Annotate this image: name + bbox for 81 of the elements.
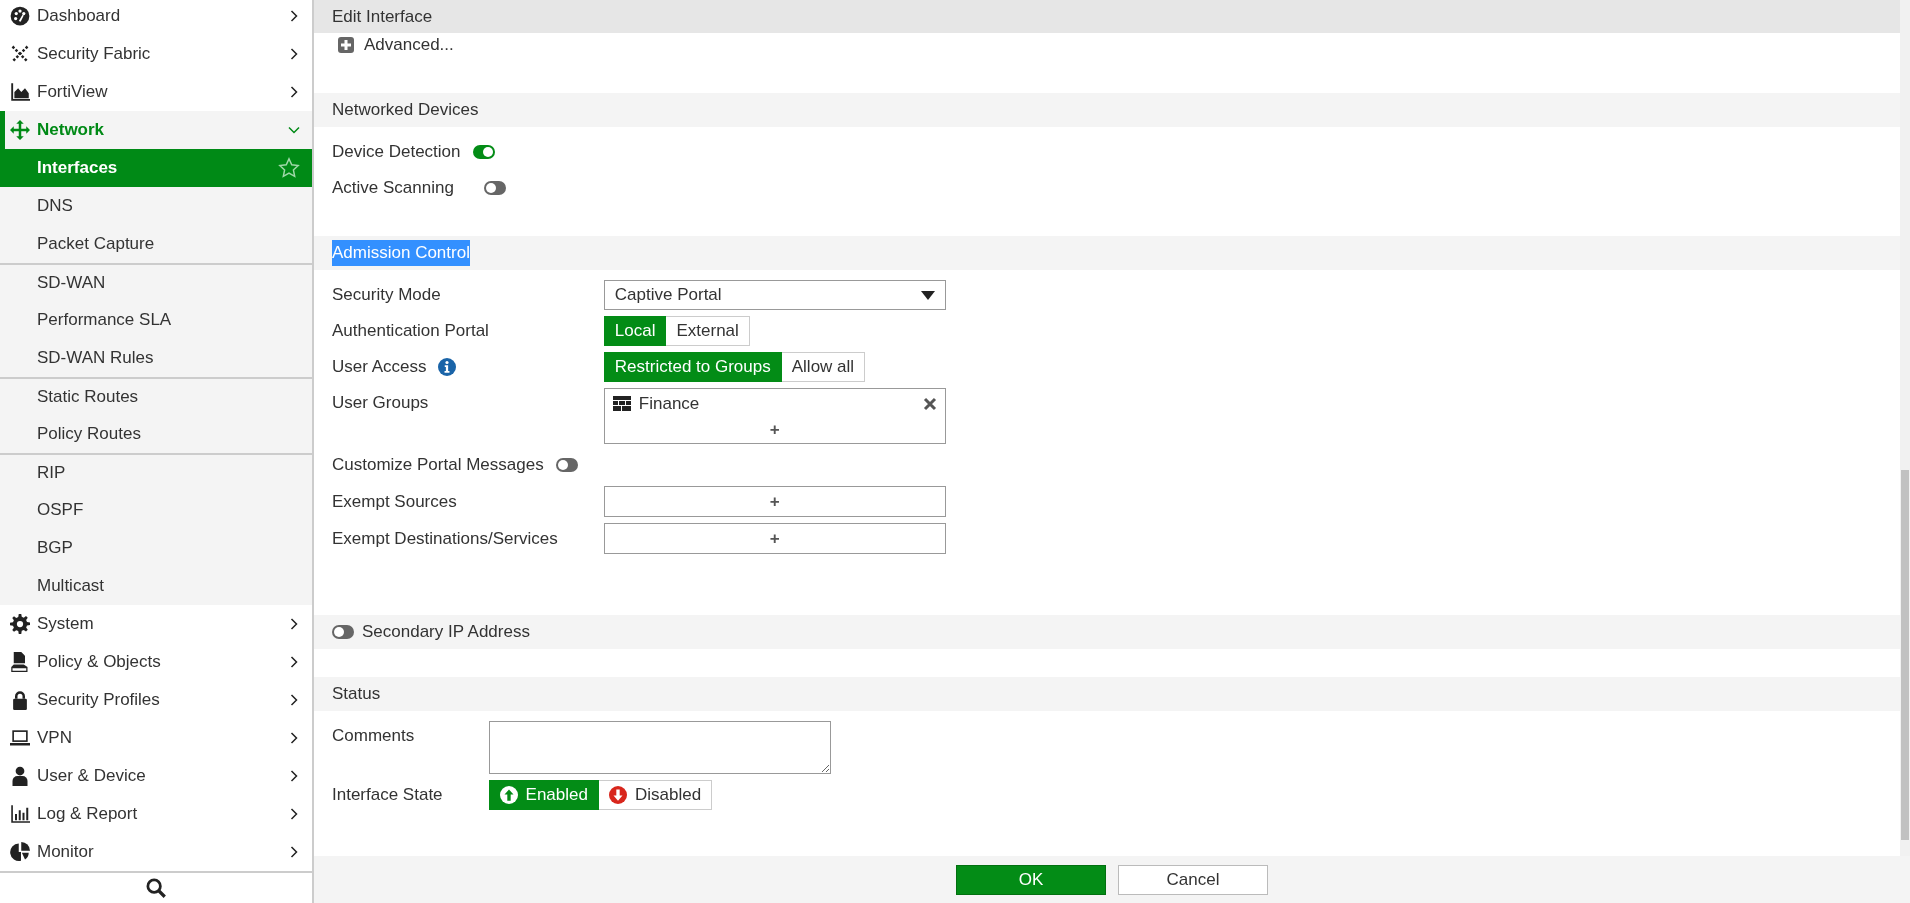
sidebar-item[interactable]: FortiView: [0, 73, 312, 111]
document-person-icon: [10, 652, 30, 672]
field-label: Device Detection: [332, 141, 461, 164]
toggle-option[interactable]: Restricted to Groups: [603, 352, 782, 382]
gear-icon: [10, 614, 30, 634]
sidebar-item[interactable]: Static Routes: [0, 377, 312, 415]
plus-square-icon: [338, 37, 354, 53]
sidebar-item[interactable]: RIP: [0, 453, 312, 491]
sidebar-item[interactable]: Interfaces: [0, 149, 312, 187]
bar-chart-icon: [10, 804, 30, 824]
sidebar-item[interactable]: Performance SLA: [0, 301, 312, 339]
crossed-lines-icon: [10, 44, 30, 64]
sidebar-item[interactable]: Security Fabric: [0, 35, 312, 73]
field-label: Authentication Portal: [332, 320, 489, 343]
toggle-option[interactable]: External: [666, 316, 750, 346]
cancel-button[interactable]: Cancel: [1118, 864, 1268, 895]
search-button[interactable]: [146, 878, 166, 898]
section-title: Admission Control: [332, 240, 470, 266]
area-chart-icon: [10, 82, 30, 102]
toggle-option[interactable]: Enabled: [488, 780, 599, 810]
sidebar-item[interactable]: Monitor: [0, 833, 312, 871]
toggle-switch[interactable]: [332, 625, 354, 639]
search-icon: [146, 878, 166, 898]
sidebar-item[interactable]: Log & Report: [0, 795, 312, 833]
toggle-option[interactable]: Disabled: [598, 780, 713, 810]
user-icon: [10, 766, 30, 786]
sidebar-item[interactable]: Policy & Objects: [0, 643, 312, 681]
sidebar-item[interactable]: System: [0, 605, 312, 643]
sidebar-item[interactable]: DNS: [0, 187, 312, 225]
field-label: Interface State: [332, 784, 443, 807]
sidebar-item[interactable]: Network: [0, 111, 312, 149]
dropdown[interactable]: Captive Portal: [603, 280, 946, 310]
toggle-switch[interactable]: [472, 145, 495, 159]
sidebar-item[interactable]: Packet Capture: [0, 225, 312, 263]
sidebar-item[interactable]: Multicast: [0, 567, 312, 605]
sidebar-item[interactable]: User & Device: [0, 757, 312, 795]
sidebar-item[interactable]: OSPF: [0, 491, 312, 529]
laptop-icon: [10, 728, 30, 748]
toggle-switch[interactable]: [483, 181, 506, 195]
field-label: User Access: [332, 356, 427, 379]
move-arrows-icon: [10, 120, 30, 140]
sidebar-item[interactable]: BGP: [0, 529, 312, 567]
dashboard-icon: [10, 6, 30, 26]
advanced-link[interactable]: Advanced...: [364, 32, 454, 58]
field-label: Customize Portal Messages: [332, 454, 544, 477]
scrollbar-thumb[interactable]: [1901, 470, 1909, 840]
field-label: Active Scanning: [332, 177, 454, 200]
section-title: Secondary IP Address: [362, 621, 530, 644]
add-field[interactable]: +: [603, 523, 946, 554]
field-label: Comments: [332, 725, 415, 748]
ok-button[interactable]: OK: [956, 864, 1106, 895]
tag-label: Finance: [638, 393, 701, 415]
field-label: User Groups: [332, 392, 429, 415]
sidebar-item[interactable]: SD-WAN Rules: [0, 339, 312, 377]
star-icon: [278, 157, 300, 179]
sidebar-item[interactable]: Dashboard: [0, 0, 312, 35]
remove-icon: [922, 396, 937, 411]
lock-icon: [10, 690, 30, 710]
add-field[interactable]: +: [603, 486, 946, 517]
sidebar-item[interactable]: Security Profiles: [0, 681, 312, 719]
expand-button[interactable]: [338, 37, 354, 53]
comments-field[interactable]: [488, 721, 831, 774]
field-label: Exempt Sources: [332, 490, 457, 513]
arrow-up-circle-icon: [499, 786, 518, 804]
field-label: Security Mode: [332, 284, 441, 307]
sidebar-item[interactable]: SD-WAN: [0, 263, 312, 301]
pie-chart-icon: [10, 842, 30, 862]
sidebar-item[interactable]: VPN: [0, 719, 312, 757]
section-title: Status: [332, 683, 381, 706]
arrow-down-circle-icon: [608, 786, 627, 804]
add-entry[interactable]: +: [612, 416, 937, 442]
group-icon: [612, 395, 631, 412]
toggle-option[interactable]: Allow all: [781, 352, 866, 382]
group-picker[interactable]: Finance +: [603, 388, 946, 444]
scrollbar[interactable]: [1900, 0, 1910, 856]
sidebar-item[interactable]: Policy Routes: [0, 415, 312, 453]
caret-down-icon: [920, 290, 935, 300]
toggle-option[interactable]: Local: [603, 316, 667, 346]
toggle-switch[interactable]: [555, 458, 578, 472]
section-title: Networked Devices: [332, 99, 479, 122]
field-label: Exempt Destinations/Services: [332, 527, 558, 550]
